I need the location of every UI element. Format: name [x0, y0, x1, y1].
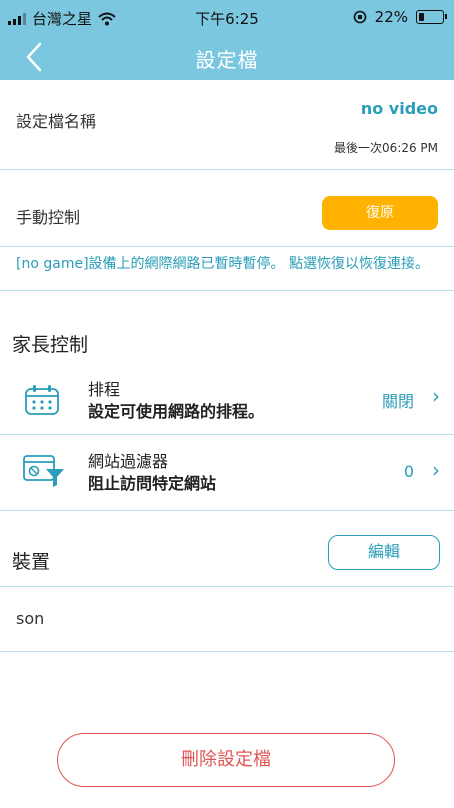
- orientation-lock-icon: [353, 10, 366, 24]
- nav-bar: 設定檔: [0, 34, 454, 80]
- device-item[interactable]: son: [16, 609, 44, 628]
- restore-button[interactable]: 復原: [322, 196, 438, 230]
- profile-name-label: 設定檔名稱: [16, 112, 97, 131]
- last-updated-text: 最後一次06:26 PM: [334, 141, 438, 155]
- chevron-right-icon: ›: [432, 458, 440, 482]
- delete-profile-button[interactable]: 刪除設定檔: [57, 733, 395, 787]
- parental-controls-heading: 家長控制: [12, 334, 89, 356]
- battery-icon: [416, 10, 447, 24]
- website-filter-subtitle: 阻止訪問特定網站: [88, 474, 217, 493]
- website-filter-count: 0: [403, 462, 414, 481]
- schedule-value: 關閉: [381, 392, 414, 411]
- manual-control-label: 手動控制: [16, 208, 81, 227]
- page-title: 設定檔: [195, 48, 259, 72]
- schedule-title: 排程: [88, 380, 121, 399]
- divider: [0, 510, 454, 511]
- divider: [0, 434, 454, 435]
- edit-devices-button[interactable]: 編輯: [328, 535, 440, 570]
- status-bar: 台灣之星 下午6:25 22%: [0, 0, 454, 34]
- website-filter-title: 網站過濾器: [88, 452, 169, 471]
- paused-message: [no game]設備上的網際網路已暫時暫停。 點選恢復以恢復連接。: [16, 256, 429, 272]
- divider: [0, 290, 454, 291]
- divider: [0, 246, 454, 247]
- website-filter-icon: [23, 455, 64, 487]
- status-right: 22%: [353, 8, 447, 26]
- devices-heading: 裝置: [12, 551, 51, 573]
- chevron-right-icon: ›: [432, 384, 440, 408]
- divider: [0, 169, 454, 170]
- battery-percent: 22%: [374, 8, 408, 26]
- divider: [0, 651, 454, 652]
- profile-name-value[interactable]: no video: [361, 99, 438, 118]
- website-filter-row[interactable]: 網站過濾器 阻止訪問特定網站 0 ›: [0, 440, 454, 504]
- divider: [0, 586, 454, 587]
- schedule-row[interactable]: 排程 設定可使用網路的排程。 關閉 ›: [0, 370, 454, 432]
- calendar-icon: [25, 385, 59, 415]
- schedule-subtitle: 設定可使用網路的排程。: [88, 402, 265, 421]
